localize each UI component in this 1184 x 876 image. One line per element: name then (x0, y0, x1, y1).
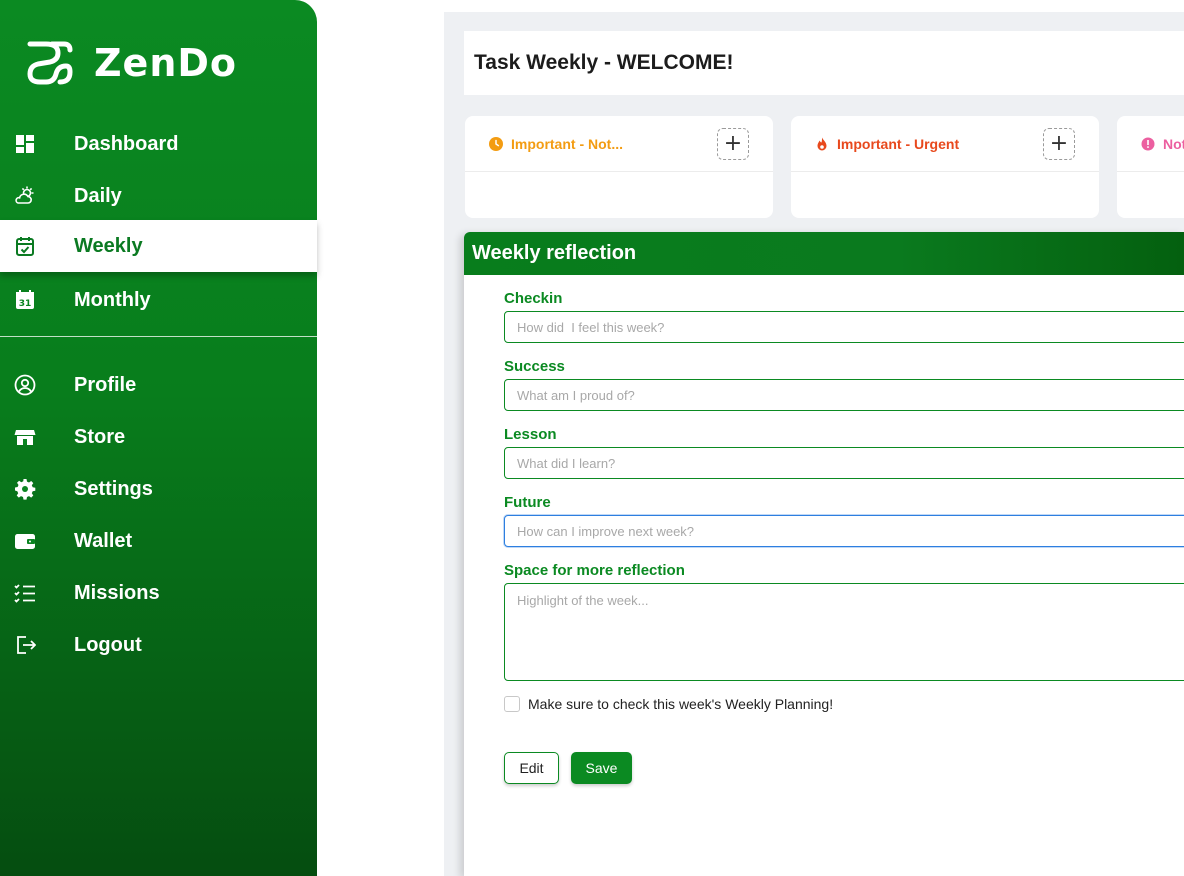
checklist-icon (14, 582, 36, 604)
lesson-input[interactable] (504, 447, 1184, 479)
sidebar-item-weekly[interactable]: Weekly (0, 220, 317, 272)
clock-icon (489, 137, 503, 151)
sidebar-item-label: Monthly (74, 288, 151, 311)
sidebar-item-label: Weekly (74, 234, 143, 257)
sidebar-item-label: Store (74, 425, 126, 448)
quadrant-header: Not (1117, 116, 1184, 172)
calendar-31-icon: 31 (14, 289, 36, 311)
sidebar-item-wallet[interactable]: Wallet (0, 515, 317, 567)
quadrant-header: Important - Not... + (465, 116, 773, 172)
zendo-logo-icon (27, 41, 73, 85)
sidebar: ZenDo Dashboard Daily Weekly 31 Monthly … (0, 0, 317, 876)
quadrant-not-important: Not (1117, 116, 1184, 218)
quadrant-important-urgent: Important - Urgent + (791, 116, 1099, 218)
sidebar-item-label: Missions (74, 581, 160, 604)
quadrant-important-not-urgent: Important - Not... + (465, 116, 773, 218)
app-name: ZenDo (94, 41, 238, 85)
logo[interactable]: ZenDo (24, 38, 237, 88)
quadrant-label: Not (1163, 135, 1184, 152)
future-input[interactable] (504, 515, 1184, 547)
checkin-input[interactable] (504, 311, 1184, 343)
weekly-reflection-panel: Weekly reflection Checkin Success Lesson… (464, 232, 1184, 876)
svg-text:31: 31 (19, 299, 32, 309)
sidebar-item-label: Logout (74, 633, 142, 656)
more-reflection-label: Space for more reflection (504, 562, 685, 579)
sidebar-item-label: Profile (74, 373, 137, 396)
add-task-button[interactable]: + (717, 128, 749, 160)
sidebar-item-monthly[interactable]: 31 Monthly (0, 274, 317, 326)
edit-button[interactable]: Edit (504, 752, 559, 784)
sidebar-item-store[interactable]: Store (0, 411, 317, 463)
gear-icon (14, 478, 36, 500)
calendar-check-icon (14, 235, 36, 257)
success-label: Success (504, 358, 565, 375)
store-icon (14, 426, 36, 448)
quadrant-header: Important - Urgent + (791, 116, 1099, 172)
sidebar-item-label: Daily (74, 184, 122, 207)
sidebar-item-label: Wallet (74, 529, 133, 552)
dashboard-icon (14, 133, 36, 155)
sidebar-item-logout[interactable]: Logout (0, 619, 317, 671)
weekly-planning-check-label: Make sure to check this week's Weekly Pl… (528, 696, 834, 712)
user-circle-icon (14, 374, 36, 396)
checkin-label: Checkin (504, 290, 563, 307)
wallet-icon (14, 530, 36, 552)
sidebar-item-profile[interactable]: Profile (0, 359, 317, 411)
reflection-title: Weekly reflection (472, 242, 637, 264)
quadrant-label: Important - Urgent (837, 135, 960, 152)
sidebar-item-settings[interactable]: Settings (0, 463, 317, 515)
sidebar-item-label: Settings (74, 477, 153, 500)
logout-icon (14, 634, 36, 656)
lesson-label: Lesson (504, 426, 557, 443)
sidebar-divider (0, 336, 317, 337)
sidebar-item-daily[interactable]: Daily (0, 170, 317, 222)
success-input[interactable] (504, 379, 1184, 411)
fire-icon (817, 137, 827, 151)
page-title: Task Weekly - WELCOME! (474, 51, 734, 74)
weekly-planning-check-row: Make sure to check this week's Weekly Pl… (504, 696, 833, 712)
weekly-planning-checkbox[interactable] (504, 696, 520, 712)
page-header: Task Weekly - WELCOME! (464, 31, 1184, 95)
future-label: Future (504, 494, 551, 511)
sidebar-item-label: Dashboard (74, 132, 179, 155)
save-button[interactable]: Save (571, 752, 632, 784)
sun-cloud-icon (14, 185, 36, 207)
alert-icon (1141, 137, 1155, 151)
sidebar-item-dashboard[interactable]: Dashboard (0, 118, 317, 170)
quadrant-label: Important - Not... (511, 135, 623, 152)
add-task-button[interactable]: + (1043, 128, 1075, 160)
more-reflection-textarea[interactable] (504, 583, 1184, 681)
sidebar-item-missions[interactable]: Missions (0, 567, 317, 619)
reflection-header: Weekly reflection (464, 232, 1184, 275)
